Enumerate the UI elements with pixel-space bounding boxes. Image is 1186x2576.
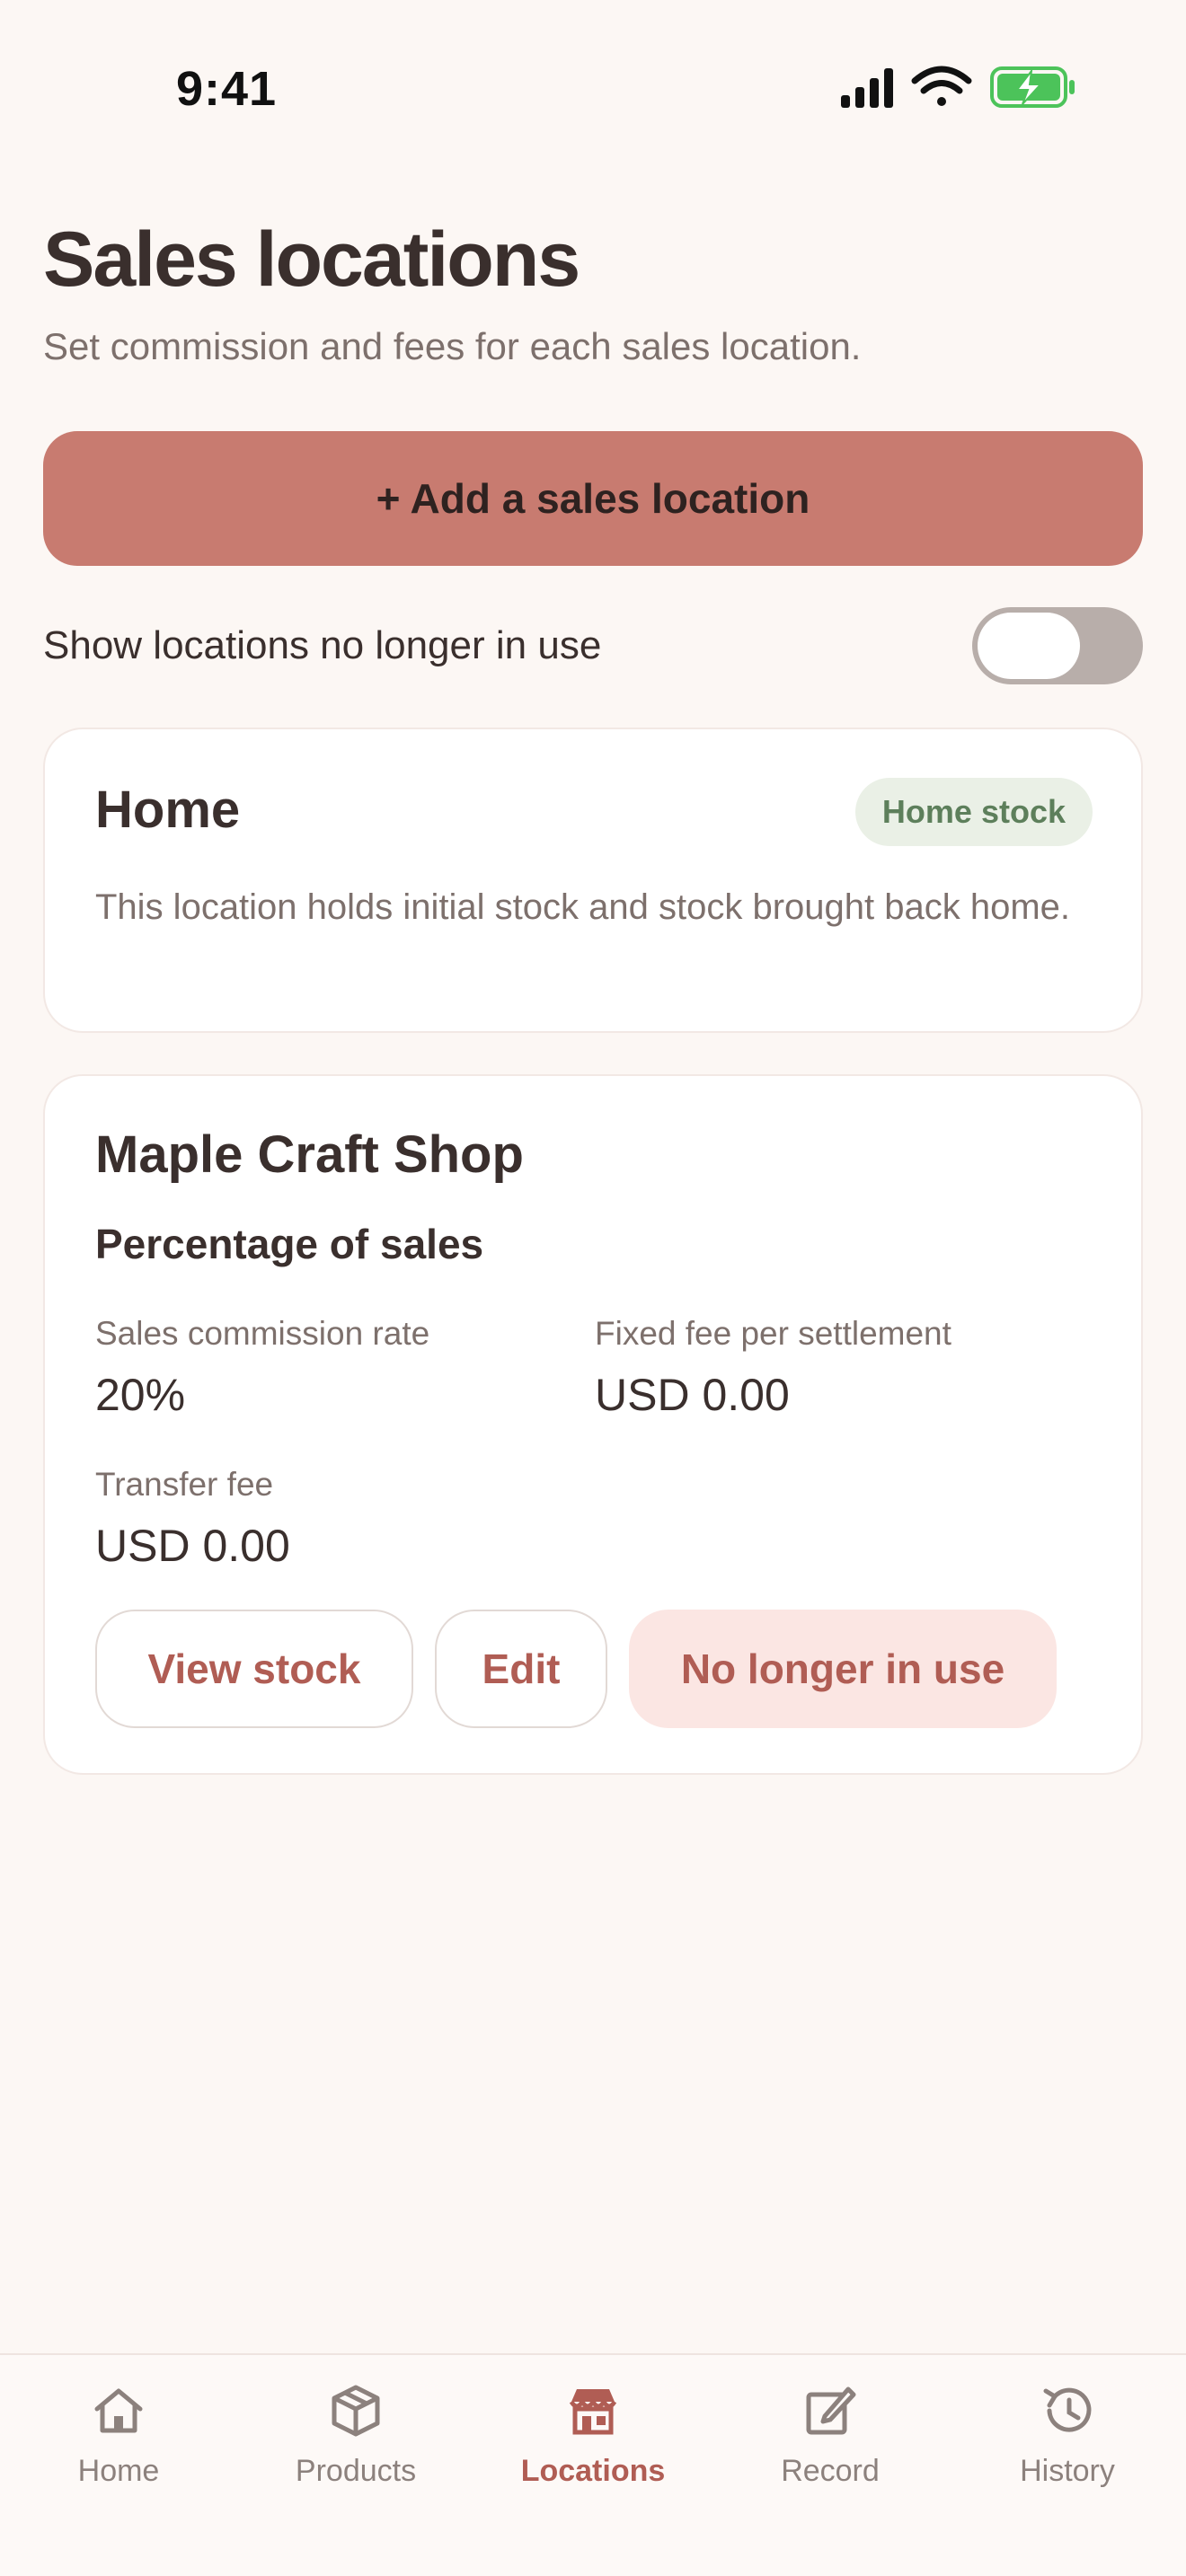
store-icon <box>569 2389 617 2435</box>
commission-rate-label: Sales commission rate <box>95 1315 430 1352</box>
edit-button[interactable]: Edit <box>435 1610 607 1728</box>
tab-label: Record <box>781 2454 880 2488</box>
location-name: Home <box>95 781 241 839</box>
tab-label: Home <box>77 2454 160 2488</box>
fixed-fee-value: USD 0.00 <box>595 1370 790 1420</box>
tab-label: Locations <box>520 2454 666 2488</box>
edit-icon <box>806 2386 856 2435</box>
show-inactive-row: Show locations no longer in use <box>43 607 1143 686</box>
history-icon <box>1043 2387 1092 2432</box>
wifi-icon <box>911 66 972 106</box>
page-title: Sales locations <box>43 216 580 303</box>
tab-home[interactable]: Home <box>0 2382 237 2499</box>
tab-products[interactable]: Products <box>237 2382 474 2499</box>
toggle-knob <box>978 613 1080 679</box>
status-bar: 9:41 <box>0 0 1186 171</box>
box-icon <box>332 2385 380 2437</box>
tab-bar: Home Products Locations Record History <box>0 2353 1186 2576</box>
show-inactive-toggle[interactable] <box>972 607 1143 684</box>
location-name: Maple Craft Shop <box>95 1125 524 1184</box>
add-sales-location-button[interactable]: + Add a sales location <box>43 431 1143 566</box>
house-icon <box>94 2388 143 2433</box>
transfer-fee-label: Transfer fee <box>95 1466 274 1503</box>
commission-type: Percentage of sales <box>95 1221 484 1267</box>
home-stock-badge: Home stock <box>854 778 1093 846</box>
transfer-fee-value: USD 0.00 <box>95 1521 290 1571</box>
tab-label: Products <box>295 2454 417 2488</box>
location-card-maple-craft-shop: Maple Craft Shop Percentage of sales Sal… <box>43 1074 1143 1775</box>
commission-rate-value: 20% <box>95 1370 186 1420</box>
tab-label: History <box>1020 2454 1115 2488</box>
view-stock-button[interactable]: View stock <box>95 1610 413 1728</box>
fixed-fee-label: Fixed fee per settlement <box>595 1315 951 1352</box>
status-time: 9:41 <box>176 62 278 116</box>
status-icons <box>841 66 1075 108</box>
tab-record[interactable]: Record <box>712 2382 949 2499</box>
location-card-home: Home Home stock This location holds init… <box>43 728 1143 1033</box>
tab-history[interactable]: History <box>949 2382 1186 2499</box>
tab-locations[interactable]: Locations <box>474 2382 712 2499</box>
show-inactive-label: Show locations no longer in use <box>43 623 602 667</box>
location-description: This location holds initial stock and st… <box>95 887 1071 927</box>
no-longer-in-use-button[interactable]: No longer in use <box>629 1610 1057 1728</box>
page-subtitle: Set commission and fees for each sales l… <box>43 325 862 367</box>
cellular-signal-icon <box>841 68 893 108</box>
battery-charging-icon <box>990 66 1075 108</box>
